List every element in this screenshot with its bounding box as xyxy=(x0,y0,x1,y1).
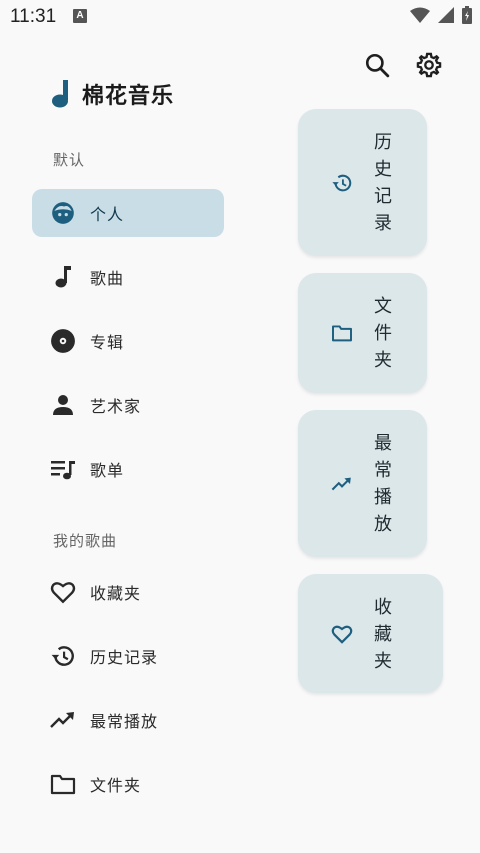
nav-label-playlists: 歌单 xyxy=(90,461,125,480)
nav-label-personal: 个人 xyxy=(90,205,125,224)
app-title: 棉花音乐 xyxy=(82,84,175,109)
nav-item-personal[interactable]: 个人 xyxy=(32,189,224,237)
status-time: 11:31 xyxy=(10,6,57,27)
status-icons xyxy=(410,6,472,24)
album-disc-icon xyxy=(50,328,76,354)
search-icon xyxy=(365,53,390,78)
nav-item-albums[interactable]: 专辑 xyxy=(32,317,224,365)
nav-label-songs: 歌曲 xyxy=(90,269,125,288)
status-indicator: A xyxy=(73,9,87,23)
gear-icon xyxy=(416,52,442,78)
trending-up-icon xyxy=(330,472,354,496)
heart-outline-icon xyxy=(330,622,354,646)
heart-outline-icon xyxy=(50,579,76,605)
history-icon xyxy=(330,171,354,195)
card-history[interactable]: 历 史 记 录 xyxy=(298,109,427,256)
face-icon xyxy=(50,200,76,226)
music-note-icon xyxy=(52,80,68,108)
trending-up-icon xyxy=(50,707,76,733)
nav-label-favorites: 收藏夹 xyxy=(90,584,142,603)
card-history-label: 历 史 记 录 xyxy=(374,132,392,234)
card-favorites-label: 收 藏 夹 xyxy=(374,597,392,672)
music-note-icon xyxy=(50,264,76,290)
status-bar: 11:31 A xyxy=(0,0,480,34)
nav-label-folders: 文件夹 xyxy=(90,776,142,795)
nav-label-albums: 专辑 xyxy=(90,333,125,352)
nav-label-most-played: 最常播放 xyxy=(90,712,159,731)
card-folders[interactable]: 文 件 夹 xyxy=(298,273,427,393)
card-folders-label: 文 件 夹 xyxy=(374,296,392,371)
search-button[interactable] xyxy=(362,50,392,80)
section-mine-label: 我的歌曲 xyxy=(53,532,118,550)
section-default-label: 默认 xyxy=(53,151,86,169)
person-icon xyxy=(50,392,76,418)
nav-item-playlists[interactable]: 歌单 xyxy=(32,445,224,493)
nav-label-artists: 艺术家 xyxy=(90,397,142,416)
top-actions xyxy=(362,50,444,80)
nav-item-favorites[interactable]: 收藏夹 xyxy=(32,568,224,616)
nav-item-most-played[interactable]: 最常播放 xyxy=(32,696,224,744)
card-most-played-label: 最 常 播 放 xyxy=(374,433,392,535)
playlist-icon xyxy=(50,456,76,482)
nav-label-history: 历史记录 xyxy=(90,648,159,667)
folder-icon xyxy=(50,771,76,797)
nav-item-songs[interactable]: 歌曲 xyxy=(32,253,224,301)
folder-icon xyxy=(330,321,354,345)
settings-button[interactable] xyxy=(414,50,444,80)
wifi-icon xyxy=(410,7,430,23)
card-most-played[interactable]: 最 常 播 放 xyxy=(298,410,427,557)
nav-item-folders[interactable]: 文件夹 xyxy=(32,760,224,808)
signal-icon xyxy=(438,7,454,23)
card-favorites[interactable]: 收 藏 夹 xyxy=(298,574,443,693)
history-icon xyxy=(50,643,76,669)
battery-icon xyxy=(462,6,472,24)
brand: 棉花音乐 xyxy=(50,78,174,110)
nav-item-artists[interactable]: 艺术家 xyxy=(32,381,224,429)
nav-item-history[interactable]: 历史记录 xyxy=(32,632,224,680)
